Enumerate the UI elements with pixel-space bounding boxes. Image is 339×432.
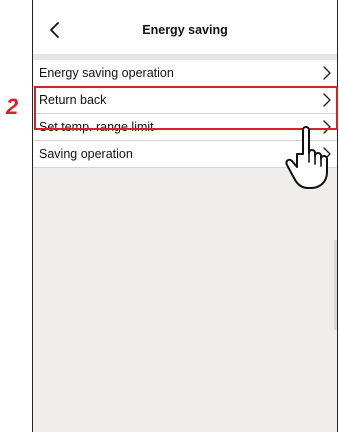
menu-item-label: Saving operation [39, 147, 133, 161]
step-number: 2 [6, 94, 19, 119]
page-title: Energy saving [142, 23, 228, 37]
hand-pointer-icon [285, 126, 328, 189]
menu-item-energy-saving-operation[interactable]: Energy saving operation [33, 60, 337, 87]
menu-item-label: Energy saving operation [39, 66, 174, 80]
menu-item-label: Set temp. range limit [39, 120, 154, 134]
chevron-right-icon [323, 93, 331, 107]
header-bar: Energy saving [33, 0, 337, 54]
menu-item-label: Return back [39, 93, 107, 107]
instruction-figure: 2 Energy saving Energy saving operation … [0, 0, 339, 432]
scrollbar[interactable] [334, 240, 337, 330]
menu-item-return-back[interactable]: Return back [33, 87, 337, 114]
chevron-right-icon [323, 66, 331, 80]
phone-screen: Energy saving Energy saving operation Re… [32, 0, 338, 432]
